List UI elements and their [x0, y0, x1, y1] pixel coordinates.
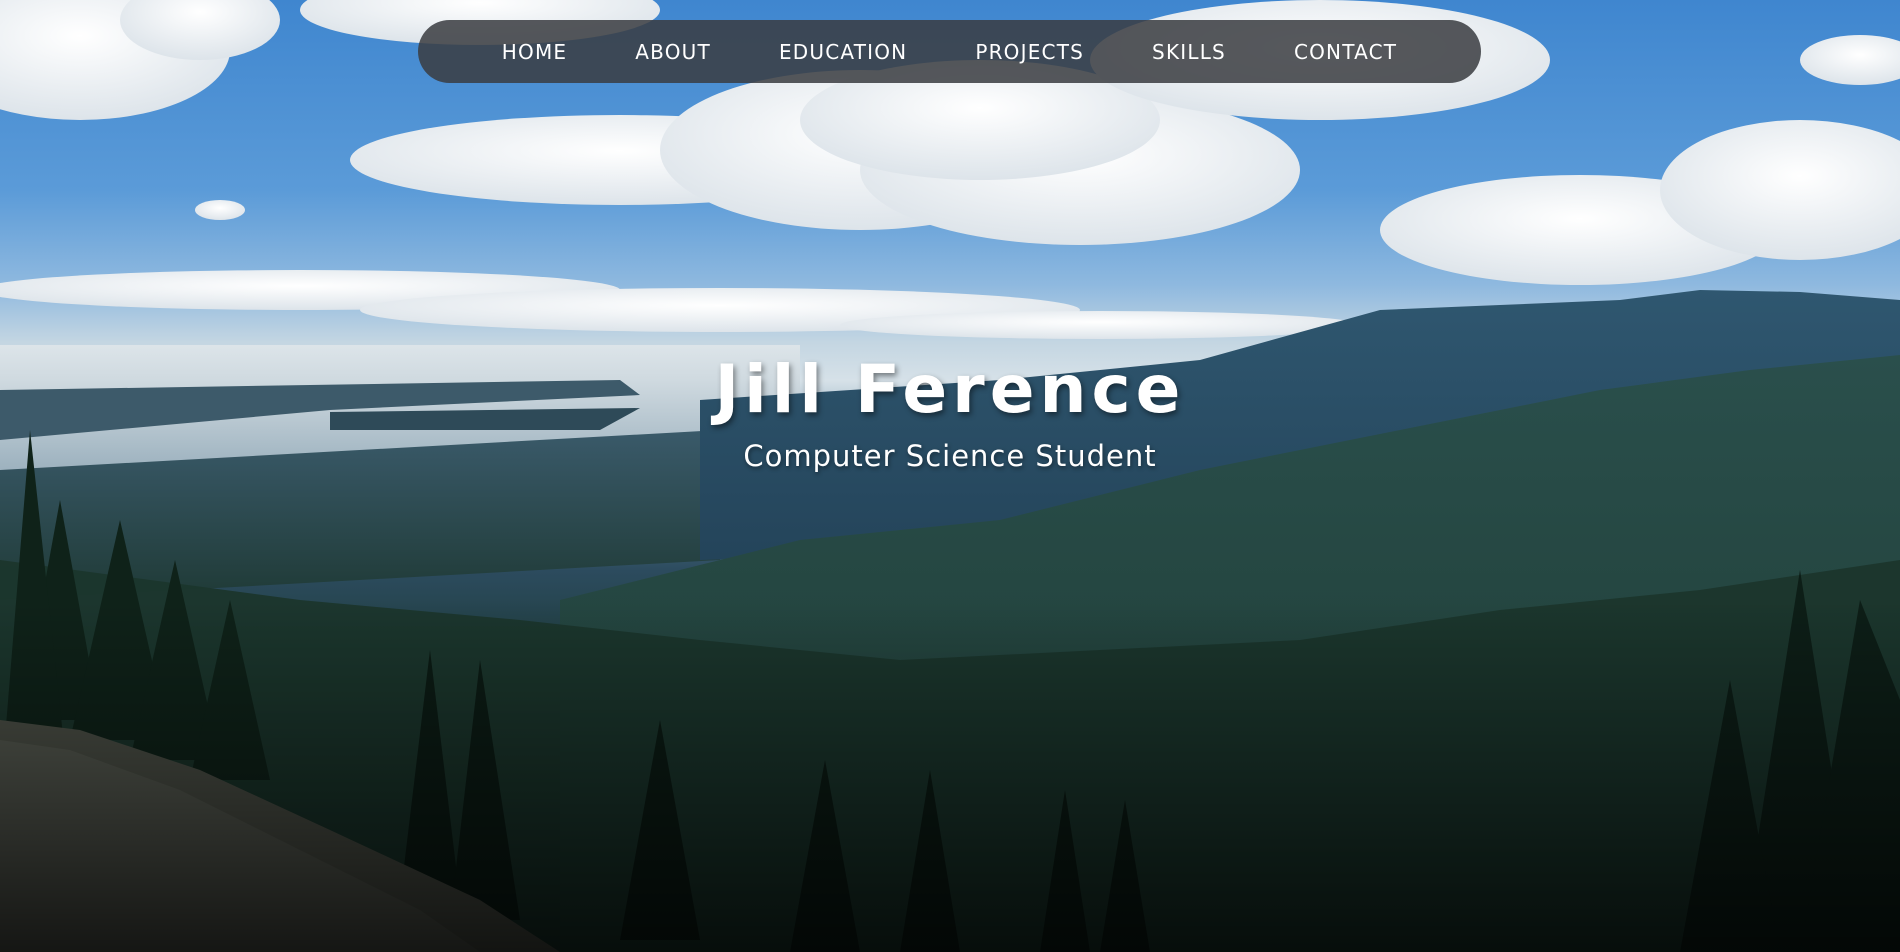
hero-name: Jill Ference	[714, 351, 1186, 428]
hero-section: HOME ABOUT EDUCATION PROJECTS SKILLS CON…	[0, 0, 1900, 952]
nav-education-link[interactable]: EDUCATION	[779, 40, 907, 64]
hero-subtitle: Computer Science Student	[743, 439, 1157, 473]
nav-contact-link[interactable]: CONTACT	[1294, 40, 1397, 64]
nav-projects-link[interactable]: PROJECTS	[975, 40, 1084, 64]
nav-skills-link[interactable]: SKILLS	[1152, 40, 1226, 64]
nav-home-link[interactable]: HOME	[502, 40, 567, 64]
nav-about-link[interactable]: ABOUT	[635, 40, 711, 64]
main-navbar: HOME ABOUT EDUCATION PROJECTS SKILLS CON…	[418, 20, 1481, 83]
hero-text-block: Jill Ference Computer Science Student	[0, 350, 1900, 476]
mountain-landscape-image	[0, 0, 1900, 952]
